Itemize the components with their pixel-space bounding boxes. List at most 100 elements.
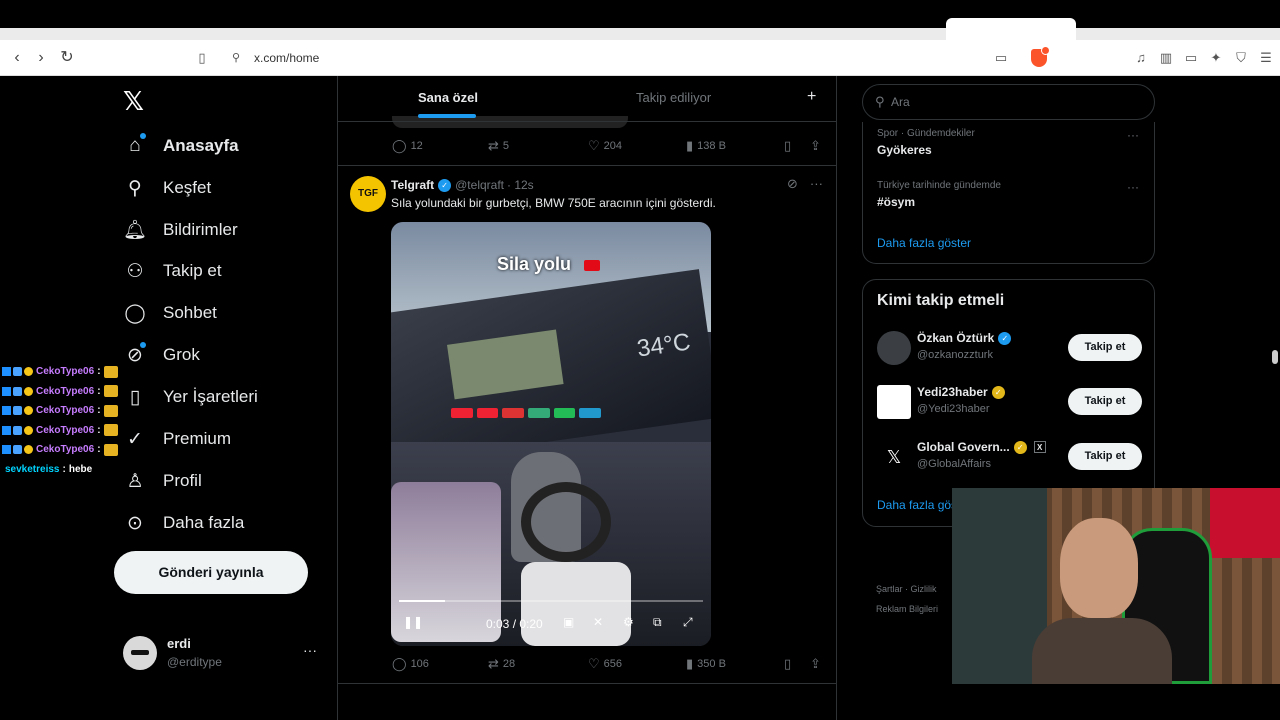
sidebar-item-label: Anasayfa [163, 136, 239, 155]
reply-button[interactable]: ◯ 12 [392, 138, 423, 154]
heart-icon: ♡ [588, 138, 600, 153]
tab-for-you[interactable]: Sana özel [418, 90, 478, 118]
chat-icon: ◯ [124, 302, 146, 324]
sidebar-item-more[interactable]: ⊙ Daha fazla [123, 508, 244, 538]
url-field[interactable]: x.com/home [254, 51, 319, 65]
heart-icon: ♡ [588, 656, 600, 671]
sidebar-item-grok[interactable]: ⊘ Grok [123, 340, 200, 370]
sidebar-toggle-icon[interactable]: ▥ [1158, 50, 1174, 66]
trend-category: Spor · Gündemdekiler [877, 128, 975, 139]
show-more-link[interactable]: Daha fazla göster [877, 236, 971, 250]
sidebar-item-chat[interactable]: ◯ Sohbet [123, 298, 217, 328]
video-player[interactable]: 34°C Sila yolu ❚❚ 0:03 / 0:20 ▣ ✕ ⚙ ⧉ ⤢ [391, 222, 711, 646]
badge-icon [24, 367, 33, 377]
sidebar-item-home[interactable]: ⌂ Anasayfa [123, 131, 239, 161]
pip-icon[interactable]: ⧉ [653, 615, 662, 630]
account-switcher[interactable]: erdi @erditype ··· [123, 634, 323, 674]
like-button[interactable]: ♡ 204 [588, 138, 622, 154]
search-box[interactable]: ⚲ Ara [862, 84, 1155, 120]
captions-icon[interactable]: ▣ [563, 615, 574, 629]
x-logo[interactable]: 𝕏 [123, 86, 144, 117]
follow-suggestion[interactable]: Yedi23haber ✓ @Yedi23haber Takip et [877, 385, 1152, 421]
chat-message: CekoType06: [2, 362, 132, 382]
repost-button[interactable]: ⇄ 28 [488, 656, 515, 672]
address-bar: ‹ › ↻ ▯ ⚲ x.com/home ▭ ♫ ▥ ▭ ✦ ⛉ ☰ [0, 40, 1280, 76]
like-button[interactable]: ♡ 656 [588, 656, 622, 672]
avatar[interactable]: TGF [350, 176, 386, 212]
follow-button[interactable]: Takip et [1068, 443, 1142, 470]
vpn-icon[interactable]: ⛉ [1233, 50, 1249, 66]
author-handle[interactable]: @telqraft [455, 178, 504, 192]
reload-icon[interactable]: ↻ [58, 49, 76, 67]
trend-item[interactable]: Türkiye tarihinde gündemde #ösym ··· [877, 180, 1147, 209]
reply-button[interactable]: ◯ 106 [392, 656, 429, 672]
footer-link-terms[interactable]: Şartlar [876, 584, 903, 594]
active-tab[interactable] [946, 18, 1076, 40]
bookmark-button[interactable]: ▯ [784, 138, 795, 154]
chat-username: sevketreiss [5, 463, 60, 475]
search-icon: ⚲ [128, 177, 142, 199]
shields-badge [1041, 46, 1050, 55]
forward-icon[interactable]: › [32, 49, 50, 67]
fullscreen-icon[interactable]: ⤢ [683, 615, 693, 630]
pause-icon[interactable]: ❚❚ [403, 615, 423, 629]
sidebar-item-notifications[interactable]: 🔔︎ Bildirimler [123, 215, 238, 245]
leo-ai-icon[interactable]: ✦ [1208, 50, 1224, 66]
share-button[interactable]: ⇪ [810, 656, 825, 672]
views-button[interactable]: ▮ 350 B [686, 656, 726, 672]
grok-explain-icon[interactable]: ⊘ [787, 176, 798, 192]
follow-suggestion[interactable]: Özkan Öztürk ✓ @ozkanozzturk Takip et [877, 331, 1152, 367]
bookmark-icon[interactable]: ▯ [194, 50, 210, 66]
post-button[interactable]: Gönderi yayınla [114, 551, 308, 594]
music-icon[interactable]: ♫ [1133, 50, 1149, 66]
panel-title: Kimi takip etmeli [877, 292, 1005, 309]
badge-icon [2, 386, 11, 396]
more-dots-icon[interactable]: ··· [1127, 128, 1139, 142]
previous-post-actions: ◯ 12 ⇄ 5 ♡ 204 ▮ 138 B ▯ ⇪ [338, 136, 836, 156]
more-dots-icon[interactable]: ··· [1127, 180, 1139, 194]
share-button[interactable]: ⇪ [810, 138, 825, 154]
sidebar-item-bookmarks[interactable]: ▯ Yer İşaretleri [123, 382, 258, 412]
site-settings-icon[interactable]: ⚲ [228, 50, 244, 66]
verified-icon: ✓ [1013, 440, 1027, 454]
settings-icon[interactable]: ⚙ [623, 615, 634, 629]
search-icon: ⚲ [875, 94, 885, 109]
sidebar-item-follow[interactable]: ⚇ Takip et [123, 256, 221, 286]
badge-icon [24, 386, 33, 396]
views-button[interactable]: ▮ 138 B [686, 138, 726, 154]
menu-icon[interactable]: ☰ [1258, 50, 1274, 66]
sidebar-item-profile[interactable]: ♙ Profil [123, 466, 201, 496]
wallet-icon[interactable]: ▭ [1183, 50, 1199, 66]
add-tab-icon[interactable]: + [807, 88, 816, 106]
profile-name: erdi [167, 636, 191, 651]
bell-icon: 🔔︎ [122, 220, 148, 241]
tab-following[interactable]: Takip ediliyor [636, 90, 711, 105]
more-dots-icon[interactable]: ··· [810, 176, 823, 192]
follow-button[interactable]: Takip et [1068, 334, 1142, 361]
scrollbar[interactable] [1272, 350, 1278, 364]
sidebar-item-explore[interactable]: ⚲ Keşfet [123, 173, 211, 203]
bookmark-button[interactable]: ▯ [784, 656, 795, 672]
follow-button[interactable]: Takip et [1068, 388, 1142, 415]
avatar [877, 331, 911, 365]
reply-count: 12 [410, 140, 423, 152]
bookmark-icon: ▯ [784, 138, 792, 153]
back-icon[interactable]: ‹ [8, 49, 26, 67]
mute-icon[interactable]: ✕ [593, 615, 603, 629]
tweet-time[interactable]: · 12s [507, 178, 534, 192]
author-name[interactable]: Telgraft [391, 178, 434, 192]
search-input[interactable]: Ara [891, 95, 910, 109]
footer-link-privacy[interactable]: Gizlilik [911, 584, 937, 594]
sidebar-item-label: Yer İşaretleri [163, 387, 258, 406]
share-icon: ⇪ [810, 138, 821, 153]
sidebar-item-premium[interactable]: ✓ Premium [123, 424, 231, 454]
follow-suggestion[interactable]: 𝕏 Global Govern... ✓ X @GlobalAffairs Taki… [877, 440, 1152, 476]
footer-link-ads[interactable]: Reklam Bilgileri [876, 604, 938, 614]
view-count: 350 B [697, 658, 726, 670]
cast-icon[interactable]: ▭ [993, 50, 1009, 66]
repost-button[interactable]: ⇄ 5 [488, 138, 509, 154]
video-progress[interactable] [399, 600, 703, 602]
repost-icon: ⇄ [488, 656, 499, 671]
trend-title: #ösym [877, 195, 916, 209]
trend-item[interactable]: Spor · Gündemdekiler Gyökeres ··· [877, 128, 1147, 157]
